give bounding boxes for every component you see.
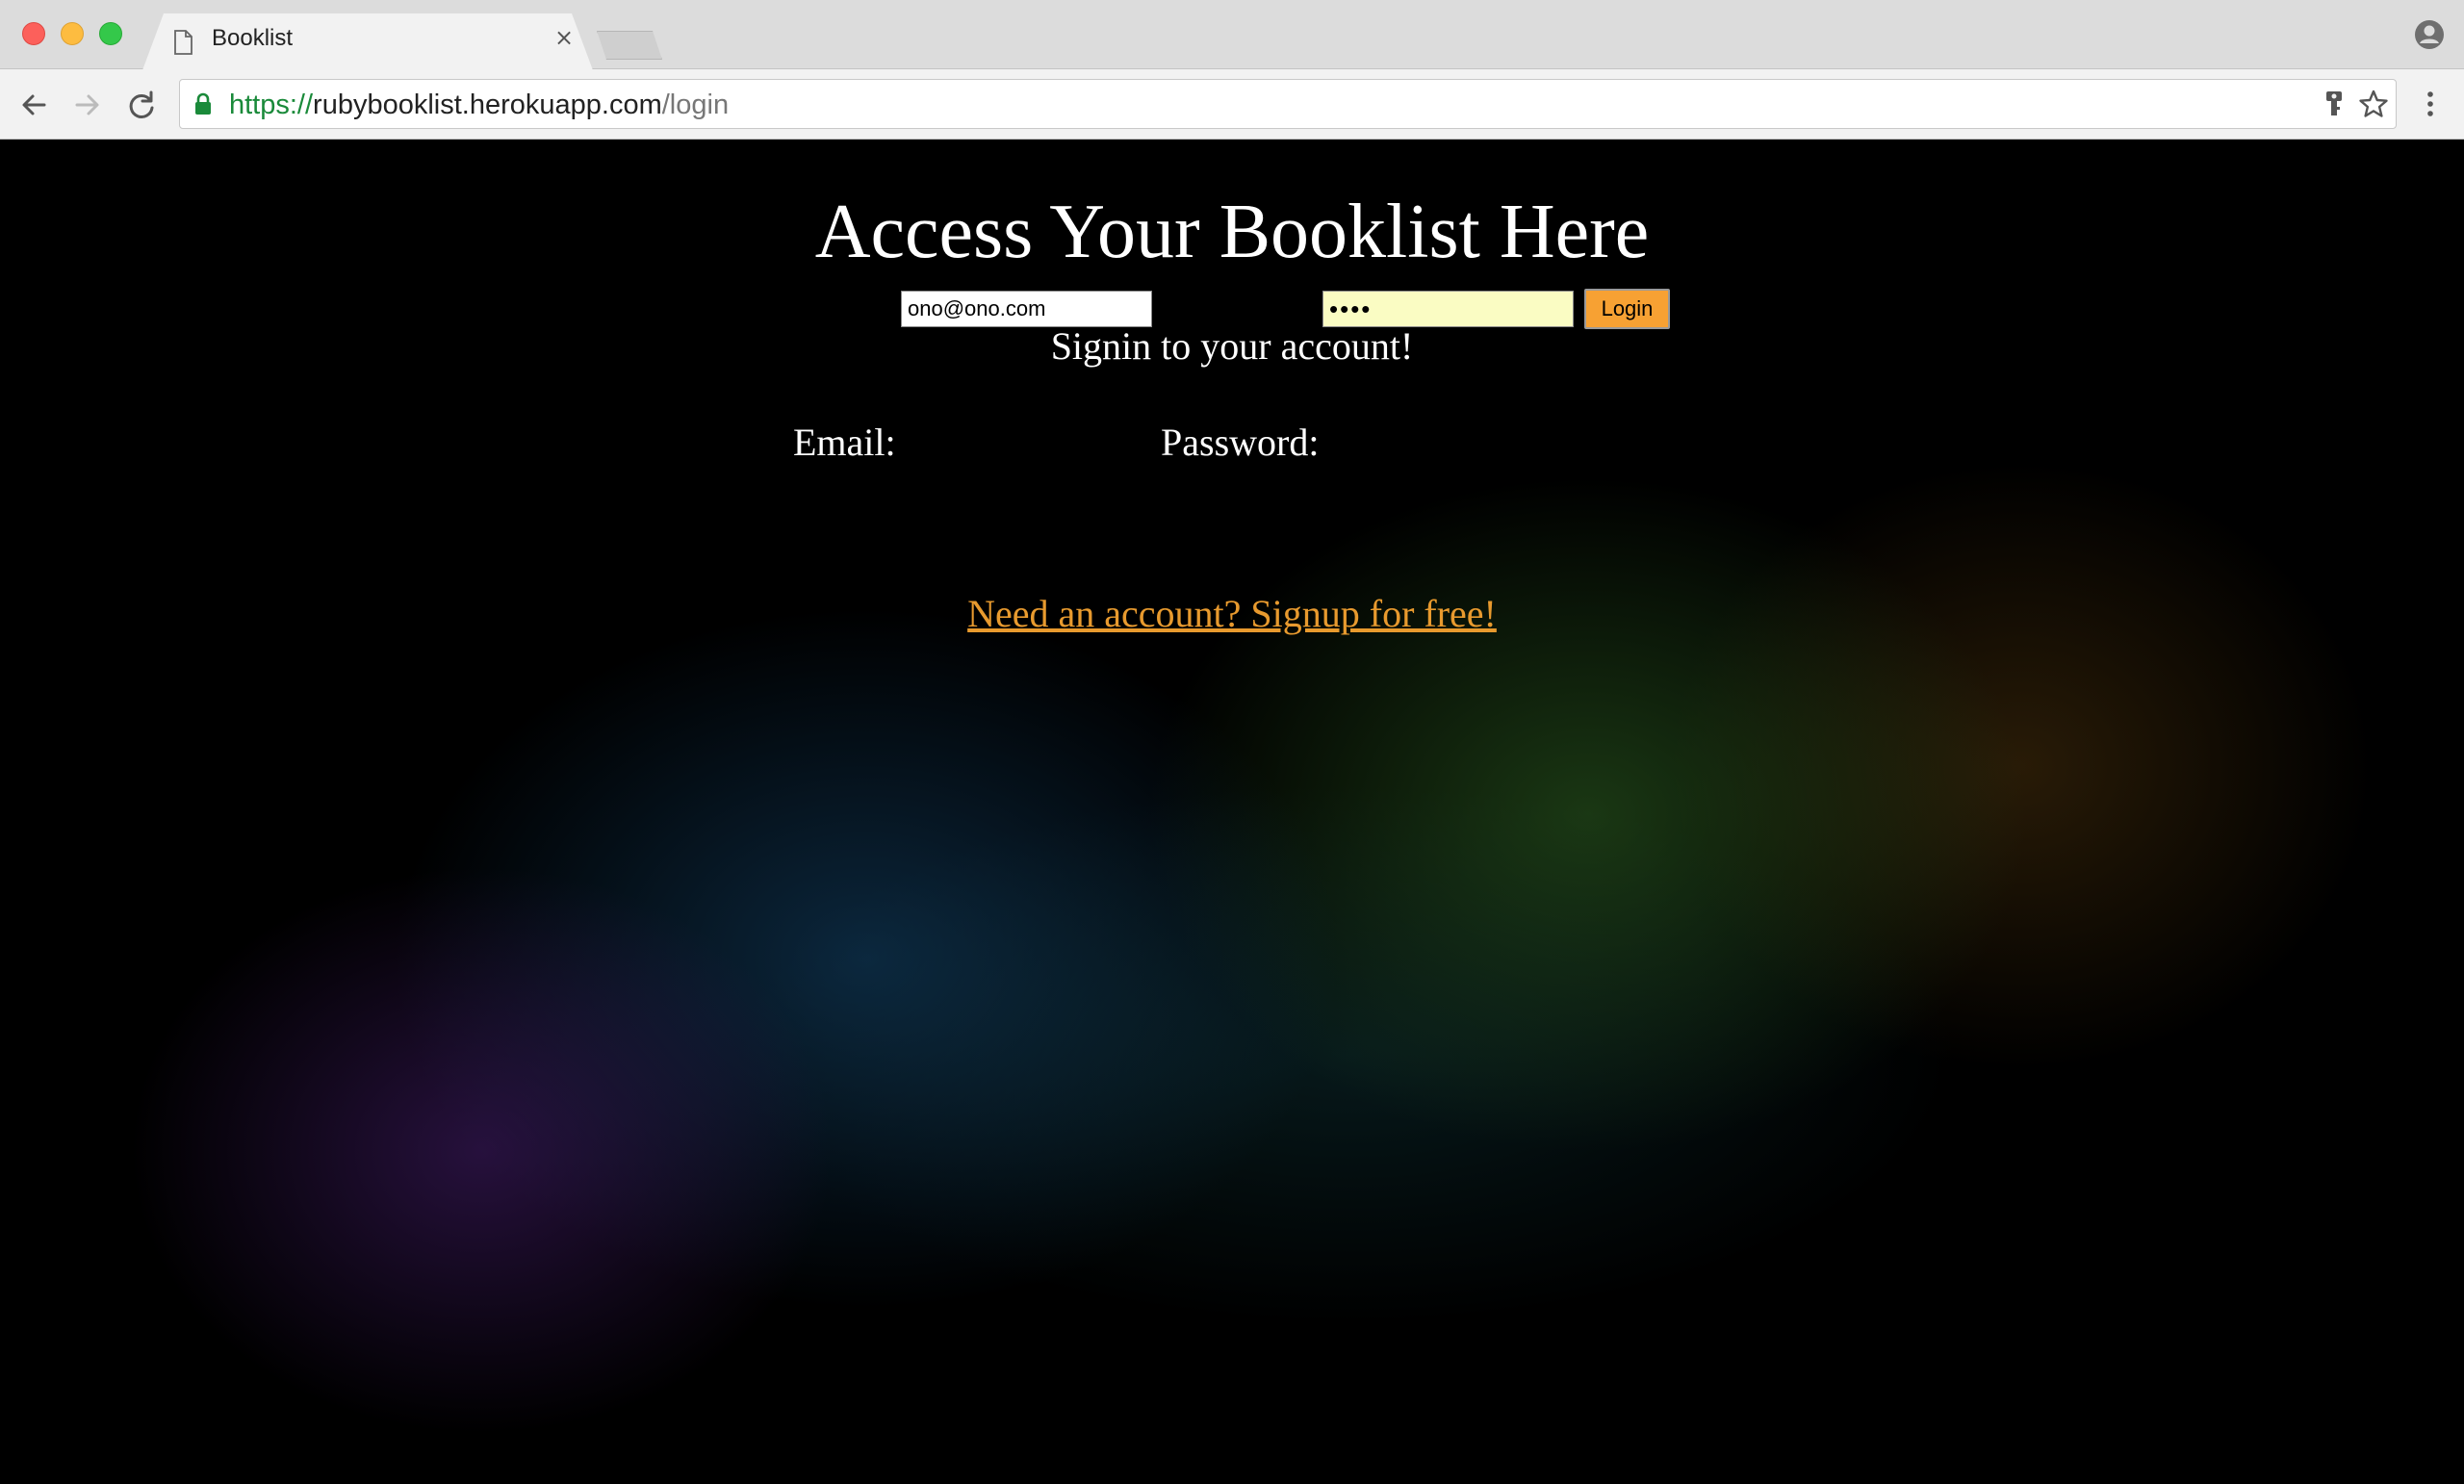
- email-input[interactable]: [901, 291, 1152, 327]
- page-title: Access Your Booklist Here: [814, 190, 1650, 274]
- url-path: /login: [661, 90, 730, 120]
- login-button[interactable]: Login: [1584, 289, 1670, 329]
- url-text[interactable]: https://rubybooklist.herokuapp.com/login: [229, 89, 729, 121]
- email-label: Email:: [793, 421, 896, 464]
- forward-arrow-icon[interactable]: [71, 89, 104, 121]
- back-arrow-icon[interactable]: [17, 89, 50, 121]
- browser-tab[interactable]: [142, 13, 593, 70]
- password-label: Password:: [1161, 421, 1320, 464]
- profile-icon[interactable]: [2414, 19, 2445, 50]
- signup-link[interactable]: Need an account? Signup for free!: [967, 592, 1497, 635]
- close-icon[interactable]: ×: [553, 26, 575, 49]
- password-input[interactable]: [1322, 291, 1574, 327]
- star-icon[interactable]: [2358, 89, 2389, 119]
- new-tab-button[interactable]: [597, 31, 662, 60]
- window-maximize-button[interactable]: [99, 22, 122, 45]
- window-close-button[interactable]: [22, 22, 45, 45]
- key-icon[interactable]: [2323, 90, 2345, 118]
- url-host: rubybooklist.herokuapp.com: [313, 90, 662, 120]
- vertical-ellipsis-icon[interactable]: [2421, 89, 2440, 119]
- login-form: Email: Password:: [0, 420, 2464, 472]
- document-icon: [174, 30, 192, 55]
- lock-icon: [195, 92, 211, 115]
- tab-title: Booklist: [212, 25, 294, 51]
- reload-icon[interactable]: [125, 89, 158, 121]
- login-page: Access Your Booklist Here Signin to your…: [0, 141, 2464, 1484]
- signup-link-container: Need an account? Signup for free!: [0, 591, 2464, 637]
- url-scheme: https://: [229, 90, 314, 120]
- window-minimize-button[interactable]: [61, 22, 84, 45]
- page-subtitle: Signin to your account!: [1050, 324, 1414, 368]
